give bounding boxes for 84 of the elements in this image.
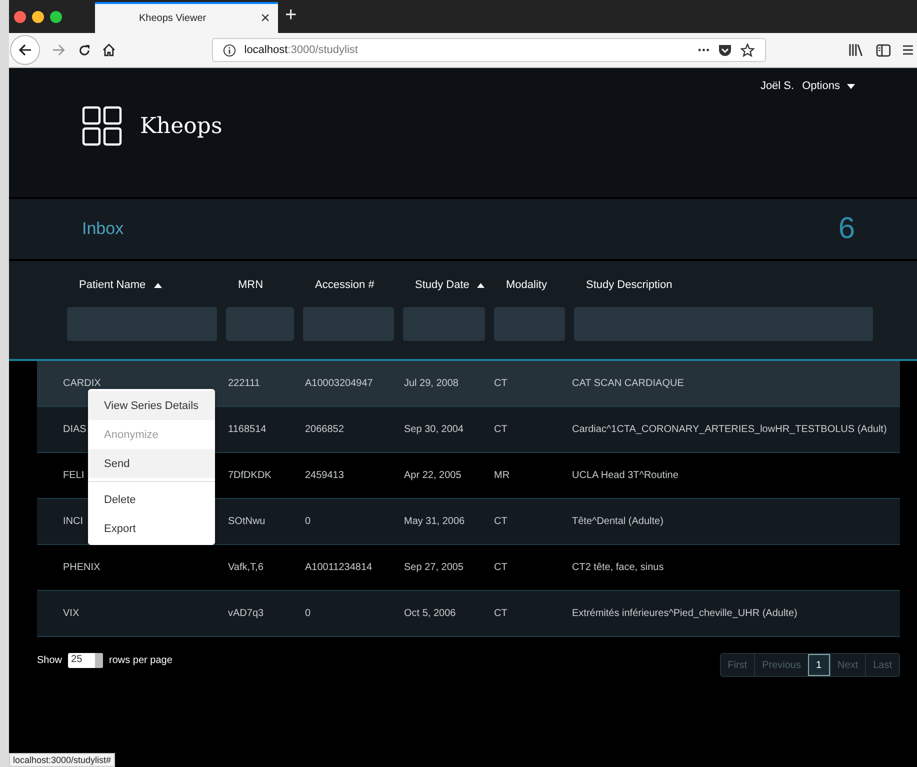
table-cell-text: Oct 5, 2006 bbox=[404, 608, 457, 619]
status-bar: localhost:3000/studylist# bbox=[9, 753, 116, 767]
table-cell-text: PHENIX bbox=[62, 562, 102, 573]
show-label: Show bbox=[37, 655, 62, 666]
table-cell-text: CT bbox=[494, 424, 508, 435]
menu-icon[interactable] bbox=[903, 44, 913, 56]
table-cell-text: 1168514 bbox=[228, 424, 268, 435]
table-cell-text: Apr 22, 2005 bbox=[404, 470, 462, 481]
back-arrow-icon bbox=[18, 43, 32, 57]
table-cell-text: CT bbox=[494, 516, 508, 527]
menu-item[interactable]: Export bbox=[88, 514, 215, 543]
page-actions-button[interactable]: ••• bbox=[698, 45, 710, 55]
table-cell-text: 7DfDKDK bbox=[228, 470, 272, 481]
user-name: Joël S. bbox=[760, 80, 794, 92]
table-cell-text: 2066852 bbox=[305, 424, 345, 435]
column-header[interactable]: Accession # bbox=[303, 277, 394, 293]
table-cell-text: Sep 27, 2005 bbox=[404, 562, 464, 573]
filter-field[interactable] bbox=[303, 307, 394, 341]
table-cell-text: May 31, 2006 bbox=[404, 516, 466, 527]
table-cell-text: 0 bbox=[305, 608, 312, 619]
address-bar[interactable]: localhost:3000/studylist ••• bbox=[212, 38, 766, 62]
maximize-window-icon[interactable] bbox=[50, 11, 62, 23]
rows-per-page-label: rows per page bbox=[109, 655, 172, 666]
table-cell-text: A10011234814 bbox=[305, 562, 374, 573]
forward-icon[interactable] bbox=[52, 43, 66, 57]
filter-field[interactable] bbox=[574, 307, 873, 341]
table-cell-text: SOtNwu bbox=[228, 516, 266, 527]
page-button[interactable]: 1 bbox=[808, 654, 830, 676]
column-header[interactable]: Modality bbox=[494, 277, 565, 293]
page-size-select[interactable]: 25 bbox=[68, 653, 104, 668]
table-cell-text: 222111 bbox=[228, 378, 261, 389]
table-cell-text: FELI bbox=[62, 470, 86, 481]
caret-icon bbox=[847, 84, 855, 88]
table-cell-text: UCLA Head 3T^Routine bbox=[572, 470, 680, 481]
filter-field[interactable] bbox=[67, 307, 217, 341]
table-row[interactable]: VIX vAD7q3 0 Oct 5, 2006 CT Extrémités inférieures^Pied_cheville_UHR (Adulte) bbox=[37, 591, 900, 637]
options-dropdown[interactable]: Options bbox=[802, 80, 855, 92]
library-icon[interactable] bbox=[848, 43, 864, 57]
table-cell-text: 2459413 bbox=[305, 470, 345, 481]
study-count: 6 bbox=[838, 212, 855, 246]
table-cell-text: Extrémités inférieures^Pied_cheville_UHR (Adulte) bbox=[572, 608, 798, 619]
table-cell-text: INCI bbox=[62, 516, 84, 527]
table-cell-text: vAD7q3 bbox=[228, 608, 265, 619]
inbox-title: Inbox bbox=[82, 219, 124, 239]
back-button[interactable] bbox=[10, 35, 40, 65]
logo-icon bbox=[82, 106, 122, 146]
menu-item[interactable]: Send bbox=[88, 449, 215, 478]
reload-icon[interactable] bbox=[78, 44, 90, 56]
table-cell-text: Sep 30, 2004 bbox=[404, 424, 464, 435]
table-cell-text: CT bbox=[494, 378, 508, 389]
pocket-icon[interactable] bbox=[718, 44, 732, 56]
table-cell-text: MR bbox=[494, 470, 511, 481]
table-cell-text: VIX bbox=[62, 608, 80, 619]
filter-field[interactable] bbox=[494, 307, 565, 341]
home-icon[interactable] bbox=[102, 43, 116, 57]
table-cell-text: CAT SCAN CARDIAQUE bbox=[572, 378, 685, 389]
menu-item[interactable]: View Series Details bbox=[88, 391, 215, 420]
table-cell-text: CT2 tête, face, sinus bbox=[572, 562, 665, 573]
browser-tab[interactable]: Kheops Viewer × bbox=[95, 2, 278, 33]
table-cell-text: CARDIX bbox=[62, 378, 102, 389]
table-cell-text: Vafk,T,6 bbox=[228, 562, 264, 573]
app-title: Kheops bbox=[140, 114, 222, 138]
table-cell-text: Tête^Dental (Adulte) bbox=[572, 516, 664, 527]
column-header[interactable]: Study Description bbox=[574, 277, 873, 293]
new-tab-button[interactable]: + bbox=[278, 4, 297, 33]
table-cell-text: Jul 29, 2008 bbox=[404, 378, 460, 389]
menu-item[interactable]: Delete bbox=[88, 485, 215, 514]
filter-field[interactable] bbox=[226, 307, 294, 341]
table-cell-text: 0 bbox=[305, 516, 312, 527]
table-cell-text: DIAS bbox=[62, 424, 88, 435]
filter-field[interactable] bbox=[403, 307, 485, 341]
close-tab-button[interactable]: × bbox=[260, 10, 270, 28]
column-header[interactable]: Patient Name bbox=[67, 277, 217, 293]
minimize-window-icon[interactable] bbox=[32, 11, 44, 23]
table-cell-text: Cardiac^1CTA_CORONARY_ARTERIES_lowHR_TESTBOLUS (Adult) bbox=[572, 424, 888, 435]
info-icon[interactable] bbox=[223, 44, 236, 56]
table-cell-text: CT bbox=[494, 608, 508, 619]
column-header[interactable]: Study Date bbox=[403, 277, 485, 293]
column-header[interactable]: MRN bbox=[226, 277, 294, 293]
close-window-icon[interactable] bbox=[14, 11, 26, 23]
sidebar-icon[interactable] bbox=[876, 44, 892, 56]
table-cell-text: CT bbox=[494, 562, 508, 573]
table-cell-text: A10003204947 bbox=[305, 378, 374, 389]
star-icon[interactable] bbox=[740, 42, 756, 58]
